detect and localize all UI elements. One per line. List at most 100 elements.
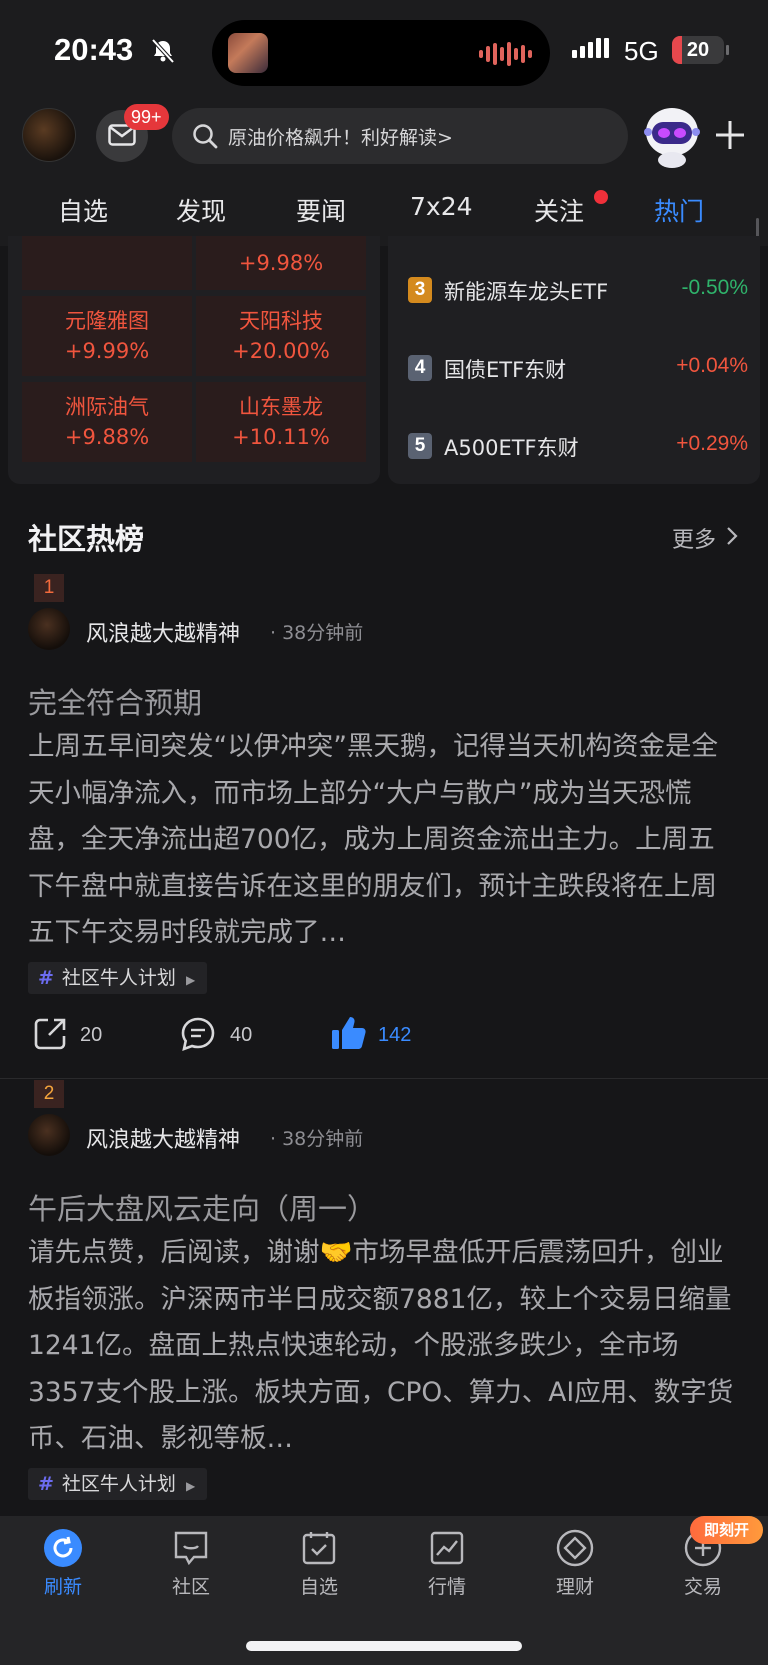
tab-discover[interactable]: 发现 <box>176 192 226 228</box>
nav-refresh[interactable]: 刷新 <box>13 1528 113 1599</box>
etf-row[interactable]: 5 A500ETF东财 +0.29% <box>408 430 748 464</box>
nav-market[interactable]: 行情 <box>397 1528 497 1599</box>
thumbs-up-icon[interactable] <box>330 1014 368 1052</box>
topic-tag[interactable]: # 社区牛人计划 ▶ <box>28 962 208 994</box>
stock-change: +9.88% <box>64 425 150 449</box>
battery-percent: 20 <box>686 39 710 61</box>
more-link[interactable]: 更多 <box>672 522 716 554</box>
stock-change: +10.11% <box>232 425 330 449</box>
now-playing-artwork <box>228 33 268 73</box>
post-time-text: 38分钟前 <box>282 622 364 644</box>
stock-name: 元隆雅图 <box>65 309 149 333</box>
community-hot-section: 社区热榜 更多 1 风浪越大越精神 · 38分钟前 完全符合预期 上周五早间突发… <box>0 490 768 1516</box>
silent-bell-icon <box>151 38 175 64</box>
market-chart-icon <box>430 1531 464 1565</box>
home-indicator[interactable] <box>246 1641 522 1651</box>
ai-assistant-robot-icon[interactable] <box>640 102 704 168</box>
author-name[interactable]: 风浪越大越精神 <box>86 1122 240 1154</box>
like-count: 142 <box>378 1024 412 1046</box>
following-notification-dot <box>594 190 608 204</box>
comment-count: 40 <box>230 1024 253 1046</box>
author-avatar[interactable] <box>28 608 70 650</box>
nav-label: 社区 <box>171 1576 210 1598</box>
etf-row[interactable]: 4 国债ETF东财 +0.04% <box>408 352 748 386</box>
etf-name: 国债ETF东财 <box>444 358 567 382</box>
stock-cell[interactable] <box>22 236 192 290</box>
tab-news[interactable]: 要闻 <box>296 192 346 228</box>
audio-waveform-icon <box>479 42 532 66</box>
nav-label: 行情 <box>427 1576 466 1598</box>
author-avatar[interactable] <box>28 1114 70 1156</box>
battery-indicator: 20 <box>672 36 724 64</box>
etf-change: +0.29% <box>676 432 748 455</box>
nav-label: 理财 <box>555 1576 594 1598</box>
battery-tip <box>726 45 729 55</box>
post-time: · 38分钟前 <box>270 622 364 644</box>
rank-badge: 5 <box>408 433 432 459</box>
wealth-icon <box>556 1529 594 1567</box>
nav-community[interactable]: 社区 <box>141 1528 241 1599</box>
dynamic-island[interactable] <box>212 20 550 86</box>
watchlist-icon <box>302 1532 336 1565</box>
add-icon[interactable] <box>714 112 746 158</box>
stock-change: +20.00% <box>232 339 330 363</box>
hot-stocks-card: +9.98% 元隆雅图 +9.99% 天阳科技 +20.00% 洲际油气 +9.… <box>8 236 380 484</box>
nav-label: 交易 <box>683 1576 722 1598</box>
post-rank: 1 <box>34 574 64 602</box>
refresh-icon <box>44 1529 82 1567</box>
post-title[interactable]: 完全符合预期 <box>28 680 202 722</box>
stock-cell[interactable]: 洲际油气 +9.88% <box>22 382 192 462</box>
post-title[interactable]: 午后大盘风云走向（周一） <box>28 1186 376 1228</box>
nav-label: 刷新 <box>43 1576 82 1598</box>
stock-cell[interactable]: 天阳科技 +20.00% <box>196 296 366 376</box>
app-header: 99+ 原油价格飙升！利好解读> <box>0 100 768 176</box>
tab-hot[interactable]: 热门 <box>654 192 704 228</box>
post-rank: 2 <box>34 1080 64 1108</box>
stock-name: 天阳科技 <box>239 309 323 333</box>
triangle-right-icon: ▶ <box>185 1479 196 1493</box>
post-time-text: 38分钟前 <box>282 1128 364 1150</box>
user-avatar[interactable] <box>22 108 76 162</box>
stock-name: 洲际油气 <box>65 395 149 419</box>
hashtag-icon: # <box>38 967 54 989</box>
tab-following[interactable]: 关注 <box>534 192 584 228</box>
tab-7x24[interactable]: 7x24 <box>410 192 473 221</box>
etf-name: A500ETF东财 <box>444 436 579 460</box>
stock-cell[interactable]: 山东墨龙 +10.11% <box>196 382 366 462</box>
search-bar[interactable]: 原油价格飙升！利好解读> <box>172 108 628 164</box>
network-type: 5G <box>624 36 659 66</box>
nav-wealth[interactable]: 理财 <box>525 1528 625 1599</box>
search-icon <box>193 124 218 149</box>
promo-badge[interactable]: 即刻开 <box>690 1516 764 1544</box>
comment-icon[interactable] <box>180 1016 216 1052</box>
section-title: 社区热榜 <box>28 522 145 556</box>
stock-name: 山东墨龙 <box>239 395 323 419</box>
etf-name: 新能源车龙头ETF <box>444 280 609 304</box>
stock-cell[interactable]: 元隆雅图 +9.99% <box>22 296 192 376</box>
tab-watchlist[interactable]: 自选 <box>58 192 108 228</box>
status-time: 20:43 <box>54 32 134 67</box>
etf-change: +0.04% <box>676 354 748 377</box>
search-placeholder: 原油价格飙升！利好解读> <box>228 127 453 149</box>
rank-badge: 3 <box>408 277 432 303</box>
post-body[interactable]: 请先点赞，后阅读，谢谢🤝市场早盘低开后震荡回升，创业板指领涨。沪深两市半日成交额… <box>28 1230 740 1462</box>
chevron-right-icon[interactable] <box>726 526 738 546</box>
unread-badge: 99+ <box>124 104 169 130</box>
post-body[interactable]: 上周五早间突发“以伊冲突”黑天鹅，记得当天机构资金是全天小幅净流入，而市场上部分… <box>28 724 740 956</box>
share-icon[interactable] <box>32 1016 68 1052</box>
status-bar: 20:43 5G 20 <box>0 0 768 100</box>
etf-ranking-card: 3 新能源车龙头ETF -0.50% 4 国债ETF东财 +0.04% 5 A5… <box>388 236 760 484</box>
topic-tag-label: 社区牛人计划 <box>61 967 176 989</box>
cellular-signal-icon <box>572 38 609 58</box>
topic-tag-label: 社区牛人计划 <box>61 1473 176 1495</box>
stock-cell[interactable]: +9.98% <box>196 236 366 290</box>
triangle-right-icon: ▶ <box>185 973 196 987</box>
topic-tag[interactable]: # 社区牛人计划 ▶ <box>28 1468 208 1500</box>
nav-label: 自选 <box>299 1576 338 1598</box>
stock-change: +9.98% <box>238 251 324 275</box>
community-icon <box>174 1531 208 1566</box>
author-name[interactable]: 风浪越大越精神 <box>86 616 240 648</box>
stock-change: +9.99% <box>64 339 150 363</box>
etf-row[interactable]: 3 新能源车龙头ETF -0.50% <box>408 274 748 308</box>
nav-watchlist[interactable]: 自选 <box>269 1528 369 1599</box>
